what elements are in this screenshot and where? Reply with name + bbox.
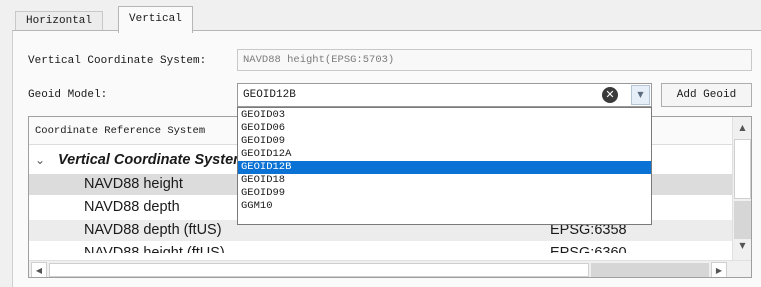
vcs-label: Vertical Coordinate System: [28, 55, 207, 67]
horizontal-scroll-thumb[interactable] [49, 263, 589, 277]
vcs-field: NAVD88 height(EPSG:5703) [237, 49, 752, 71]
dropdown-option-selected[interactable]: GEOID12B [238, 161, 651, 174]
geoid-model-combobox[interactable]: GEOID12B ✕ ▼ [237, 83, 652, 107]
row-name: NAVD88 depth [84, 199, 180, 215]
tab-vertical[interactable]: Vertical [118, 6, 193, 33]
dropdown-option[interactable]: GEOID09 [238, 135, 651, 148]
vertical-scroll-thumb[interactable] [734, 139, 751, 199]
geoid-model-label: Geoid Model: [28, 89, 108, 101]
dropdown-option[interactable]: GEOID06 [238, 122, 651, 135]
scroll-right-icon[interactable]: ▶ [711, 262, 727, 277]
tab-horizontal[interactable]: Horizontal [15, 11, 104, 30]
dropdown-option[interactable]: GGM10 [238, 200, 651, 213]
scroll-up-icon[interactable]: ▲ [734, 119, 751, 137]
row-name: NAVD88 height (ftUS) [84, 245, 225, 253]
dropdown-option[interactable]: GEOID99 [238, 187, 651, 200]
horizontal-scroll-track[interactable] [591, 263, 709, 277]
vertical-scrollbar[interactable]: ▲ ▼ [732, 117, 751, 260]
horizontal-scrollbar[interactable]: ◀ ▶ [29, 260, 751, 277]
vertical-scroll-track[interactable] [734, 201, 751, 239]
scroll-left-icon[interactable]: ◀ [31, 262, 47, 277]
dropdown-option[interactable]: GEOID12A [238, 148, 651, 161]
dropdown-option[interactable]: GEOID18 [238, 174, 651, 187]
clear-icon[interactable]: ✕ [602, 87, 618, 103]
row-name: NAVD88 depth (ftUS) [84, 222, 222, 238]
scroll-down-icon[interactable]: ▼ [734, 237, 751, 255]
table-row[interactable]: NAVD88 height (ftUS) EPSG:6360 [29, 243, 732, 253]
chevron-down-icon[interactable]: ▼ [631, 85, 650, 105]
row-code: EPSG:6360 [550, 245, 627, 253]
geoid-dropdown-list[interactable]: GEOID03 GEOID06 GEOID09 GEOID12A GEOID12… [237, 107, 652, 225]
dropdown-option[interactable]: GEOID03 [238, 109, 651, 122]
chevron-down-icon[interactable]: ⌄ [35, 150, 45, 171]
add-geoid-button[interactable]: Add Geoid [661, 83, 752, 107]
row-name: NAVD88 height [84, 176, 183, 192]
group-label: Vertical Coordinate Systems [58, 152, 255, 168]
geoid-model-value[interactable]: GEOID12B [243, 87, 296, 103]
